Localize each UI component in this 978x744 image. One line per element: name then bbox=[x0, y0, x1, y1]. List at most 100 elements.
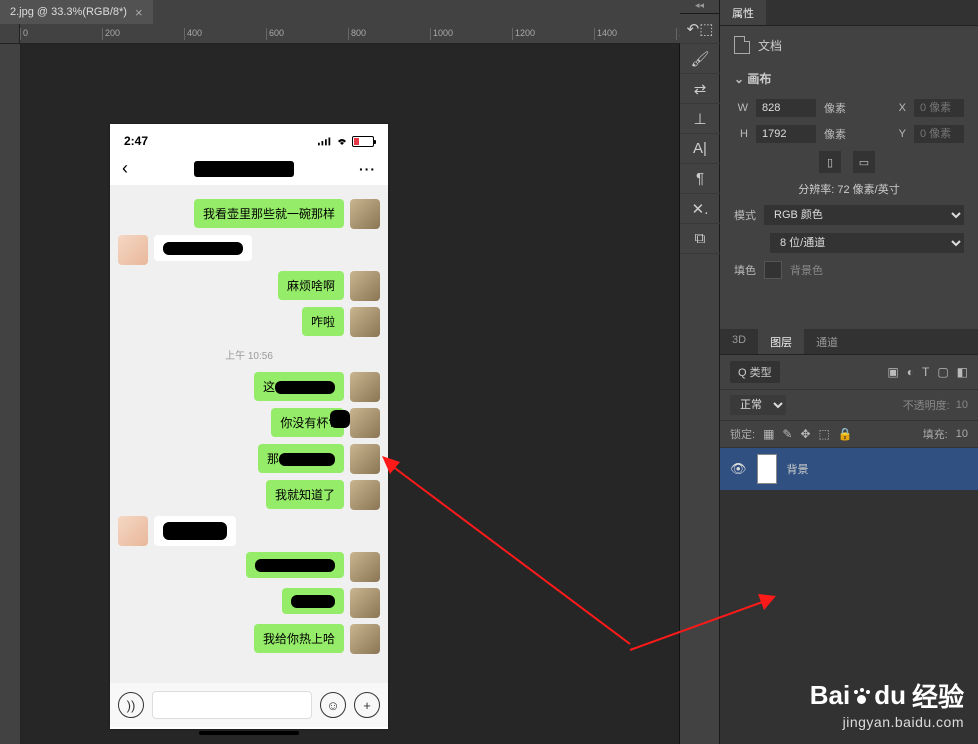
blend-mode-select[interactable]: 正常 bbox=[730, 395, 786, 415]
msg-out bbox=[282, 588, 344, 614]
smart-filter-icon[interactable]: ◧ bbox=[957, 365, 968, 379]
avatar bbox=[350, 408, 380, 438]
msg-in bbox=[154, 516, 236, 546]
message-input[interactable] bbox=[152, 691, 312, 719]
bits-select[interactable]: 8 位/通道 bbox=[770, 233, 964, 253]
image-filter-icon[interactable]: ▣ bbox=[887, 365, 898, 379]
lock-position-icon[interactable]: ✥ bbox=[800, 427, 810, 441]
collapse-icon[interactable]: ◂◂ bbox=[680, 0, 719, 14]
canvas-section[interactable]: 画布 bbox=[720, 64, 978, 93]
chat-title-redacted bbox=[194, 161, 294, 177]
avatar bbox=[118, 516, 148, 546]
landscape-icon[interactable]: ▭ bbox=[853, 151, 875, 173]
emoji-icon[interactable]: ☺ bbox=[320, 692, 346, 718]
lock-brush-icon[interactable]: ✎ bbox=[782, 427, 792, 441]
y-label: Y bbox=[892, 128, 906, 140]
chat-header: ‹ ··· bbox=[110, 152, 388, 185]
battery-icon bbox=[352, 136, 374, 147]
msg-out: 麻烦啥啊 bbox=[278, 271, 344, 300]
fill-value[interactable]: 10 bbox=[956, 428, 968, 440]
close-icon[interactable]: × bbox=[135, 5, 143, 20]
document-tab[interactable]: 2.jpg @ 33.3%(RGB/8*) × bbox=[0, 0, 153, 24]
text-filter-icon[interactable]: T bbox=[922, 365, 929, 379]
y-input[interactable] bbox=[914, 125, 964, 143]
signal-icon bbox=[318, 136, 332, 146]
fill-value: 背景色 bbox=[790, 262, 823, 278]
status-time: 2:47 bbox=[124, 134, 148, 148]
msg-out: 我给你热上哈 bbox=[254, 624, 344, 653]
h-unit: 像素 bbox=[824, 126, 846, 142]
msg-out: 这 bbox=[254, 372, 344, 401]
fill-label: 填充: bbox=[923, 426, 948, 442]
right-panels: 属性 文档 画布 W 像素 X H 像素 Y ▯ ▭ 分辨率: 72 像素/英寸… bbox=[720, 0, 978, 490]
more-icon[interactable]: ··· bbox=[359, 161, 376, 177]
portrait-icon[interactable]: ▯ bbox=[819, 151, 841, 173]
fill-swatch[interactable] bbox=[764, 261, 782, 279]
lock-artboard-icon[interactable]: ⬚ bbox=[819, 427, 830, 441]
paragraph-icon[interactable]: ¶ bbox=[680, 164, 720, 194]
avatar bbox=[118, 235, 148, 265]
doc-label: 文档 bbox=[758, 37, 782, 54]
tab-channels[interactable]: 通道 bbox=[804, 329, 850, 354]
input-bar: )) ☺ + bbox=[110, 683, 388, 727]
lock-all-icon[interactable]: 🔒 bbox=[838, 427, 853, 441]
fill-label: 填色 bbox=[734, 262, 756, 278]
adjust-icon[interactable]: ⇄ bbox=[680, 74, 720, 104]
canvas-area[interactable]: 2:47 ‹ ··· 我看壶里那些就一碗那样 麻烦啥啊 咋啦 上午 10:56 … bbox=[0, 44, 680, 744]
h-label: H bbox=[734, 128, 748, 140]
layer-name: 背景 bbox=[787, 461, 809, 477]
home-indicator bbox=[199, 731, 299, 735]
voice-icon[interactable]: )) bbox=[118, 692, 144, 718]
mode-label: 模式 bbox=[734, 207, 756, 223]
status-icons bbox=[318, 134, 374, 148]
avatar bbox=[350, 588, 380, 618]
clone-icon[interactable]: ⊥ bbox=[680, 104, 720, 134]
avatar bbox=[350, 624, 380, 654]
x-input[interactable] bbox=[914, 99, 964, 117]
annotation-arrow bbox=[380, 454, 640, 654]
w-label: W bbox=[734, 102, 748, 114]
avatar bbox=[350, 552, 380, 582]
opacity-label: 不透明度: bbox=[903, 397, 950, 413]
avatar bbox=[350, 271, 380, 301]
msg-in bbox=[154, 235, 252, 261]
plus-icon[interactable]: + bbox=[354, 692, 380, 718]
paw-icon bbox=[852, 687, 872, 705]
resolution-label: 分辨率: 72 像素/英寸 bbox=[798, 181, 899, 197]
adjustment-filter-icon[interactable]: ◐ bbox=[907, 365, 914, 379]
layer-filter[interactable]: Q 类型 bbox=[730, 361, 780, 383]
wrench-icon[interactable]: ✕. bbox=[680, 194, 720, 224]
lock-pixels-icon[interactable]: ▦ bbox=[763, 427, 774, 441]
tab-properties[interactable]: 属性 bbox=[720, 0, 766, 25]
copy-icon[interactable]: ⧉ bbox=[680, 224, 720, 254]
x-label: X bbox=[892, 102, 906, 114]
type-icon[interactable]: A| bbox=[680, 134, 720, 164]
height-input[interactable] bbox=[756, 125, 816, 143]
avatar bbox=[350, 199, 380, 229]
history-icon[interactable]: ↶⬚ bbox=[680, 14, 720, 44]
shape-filter-icon[interactable]: ▢ bbox=[937, 365, 948, 379]
avatar bbox=[350, 480, 380, 510]
msg-out: 我就知道了 bbox=[266, 480, 344, 509]
mode-select[interactable]: RGB 颜色 bbox=[764, 205, 964, 225]
tab-3d[interactable]: 3D bbox=[720, 329, 758, 354]
chat-body: 我看壶里那些就一碗那样 麻烦啥啊 咋啦 上午 10:56 这 你没有杯? 那 我… bbox=[110, 185, 388, 683]
tab-layers[interactable]: 图层 bbox=[758, 329, 804, 354]
layer-thumbnail bbox=[757, 454, 777, 484]
watermark: Bai du 经验 jingyan.baidu.com bbox=[810, 677, 964, 730]
msg-out: 那 bbox=[258, 444, 344, 473]
msg-out: 我看壶里那些就一碗那样 bbox=[194, 199, 344, 228]
document-icon bbox=[734, 36, 750, 54]
visibility-icon[interactable]: 👁 bbox=[730, 461, 747, 477]
timestamp: 上午 10:56 bbox=[110, 347, 388, 362]
avatar bbox=[350, 444, 380, 474]
back-icon[interactable]: ‹ bbox=[122, 158, 128, 179]
msg-out: 咋啦 bbox=[302, 307, 344, 336]
width-input[interactable] bbox=[756, 99, 816, 117]
tab-title: 2.jpg @ 33.3%(RGB/8*) bbox=[10, 6, 127, 18]
opacity-value[interactable]: 10 bbox=[956, 399, 968, 411]
brush-icon[interactable]: 🖌 bbox=[680, 44, 720, 74]
avatar bbox=[350, 372, 380, 402]
layer-background[interactable]: 👁 背景 bbox=[720, 448, 978, 490]
lock-label: 锁定: bbox=[730, 426, 755, 442]
